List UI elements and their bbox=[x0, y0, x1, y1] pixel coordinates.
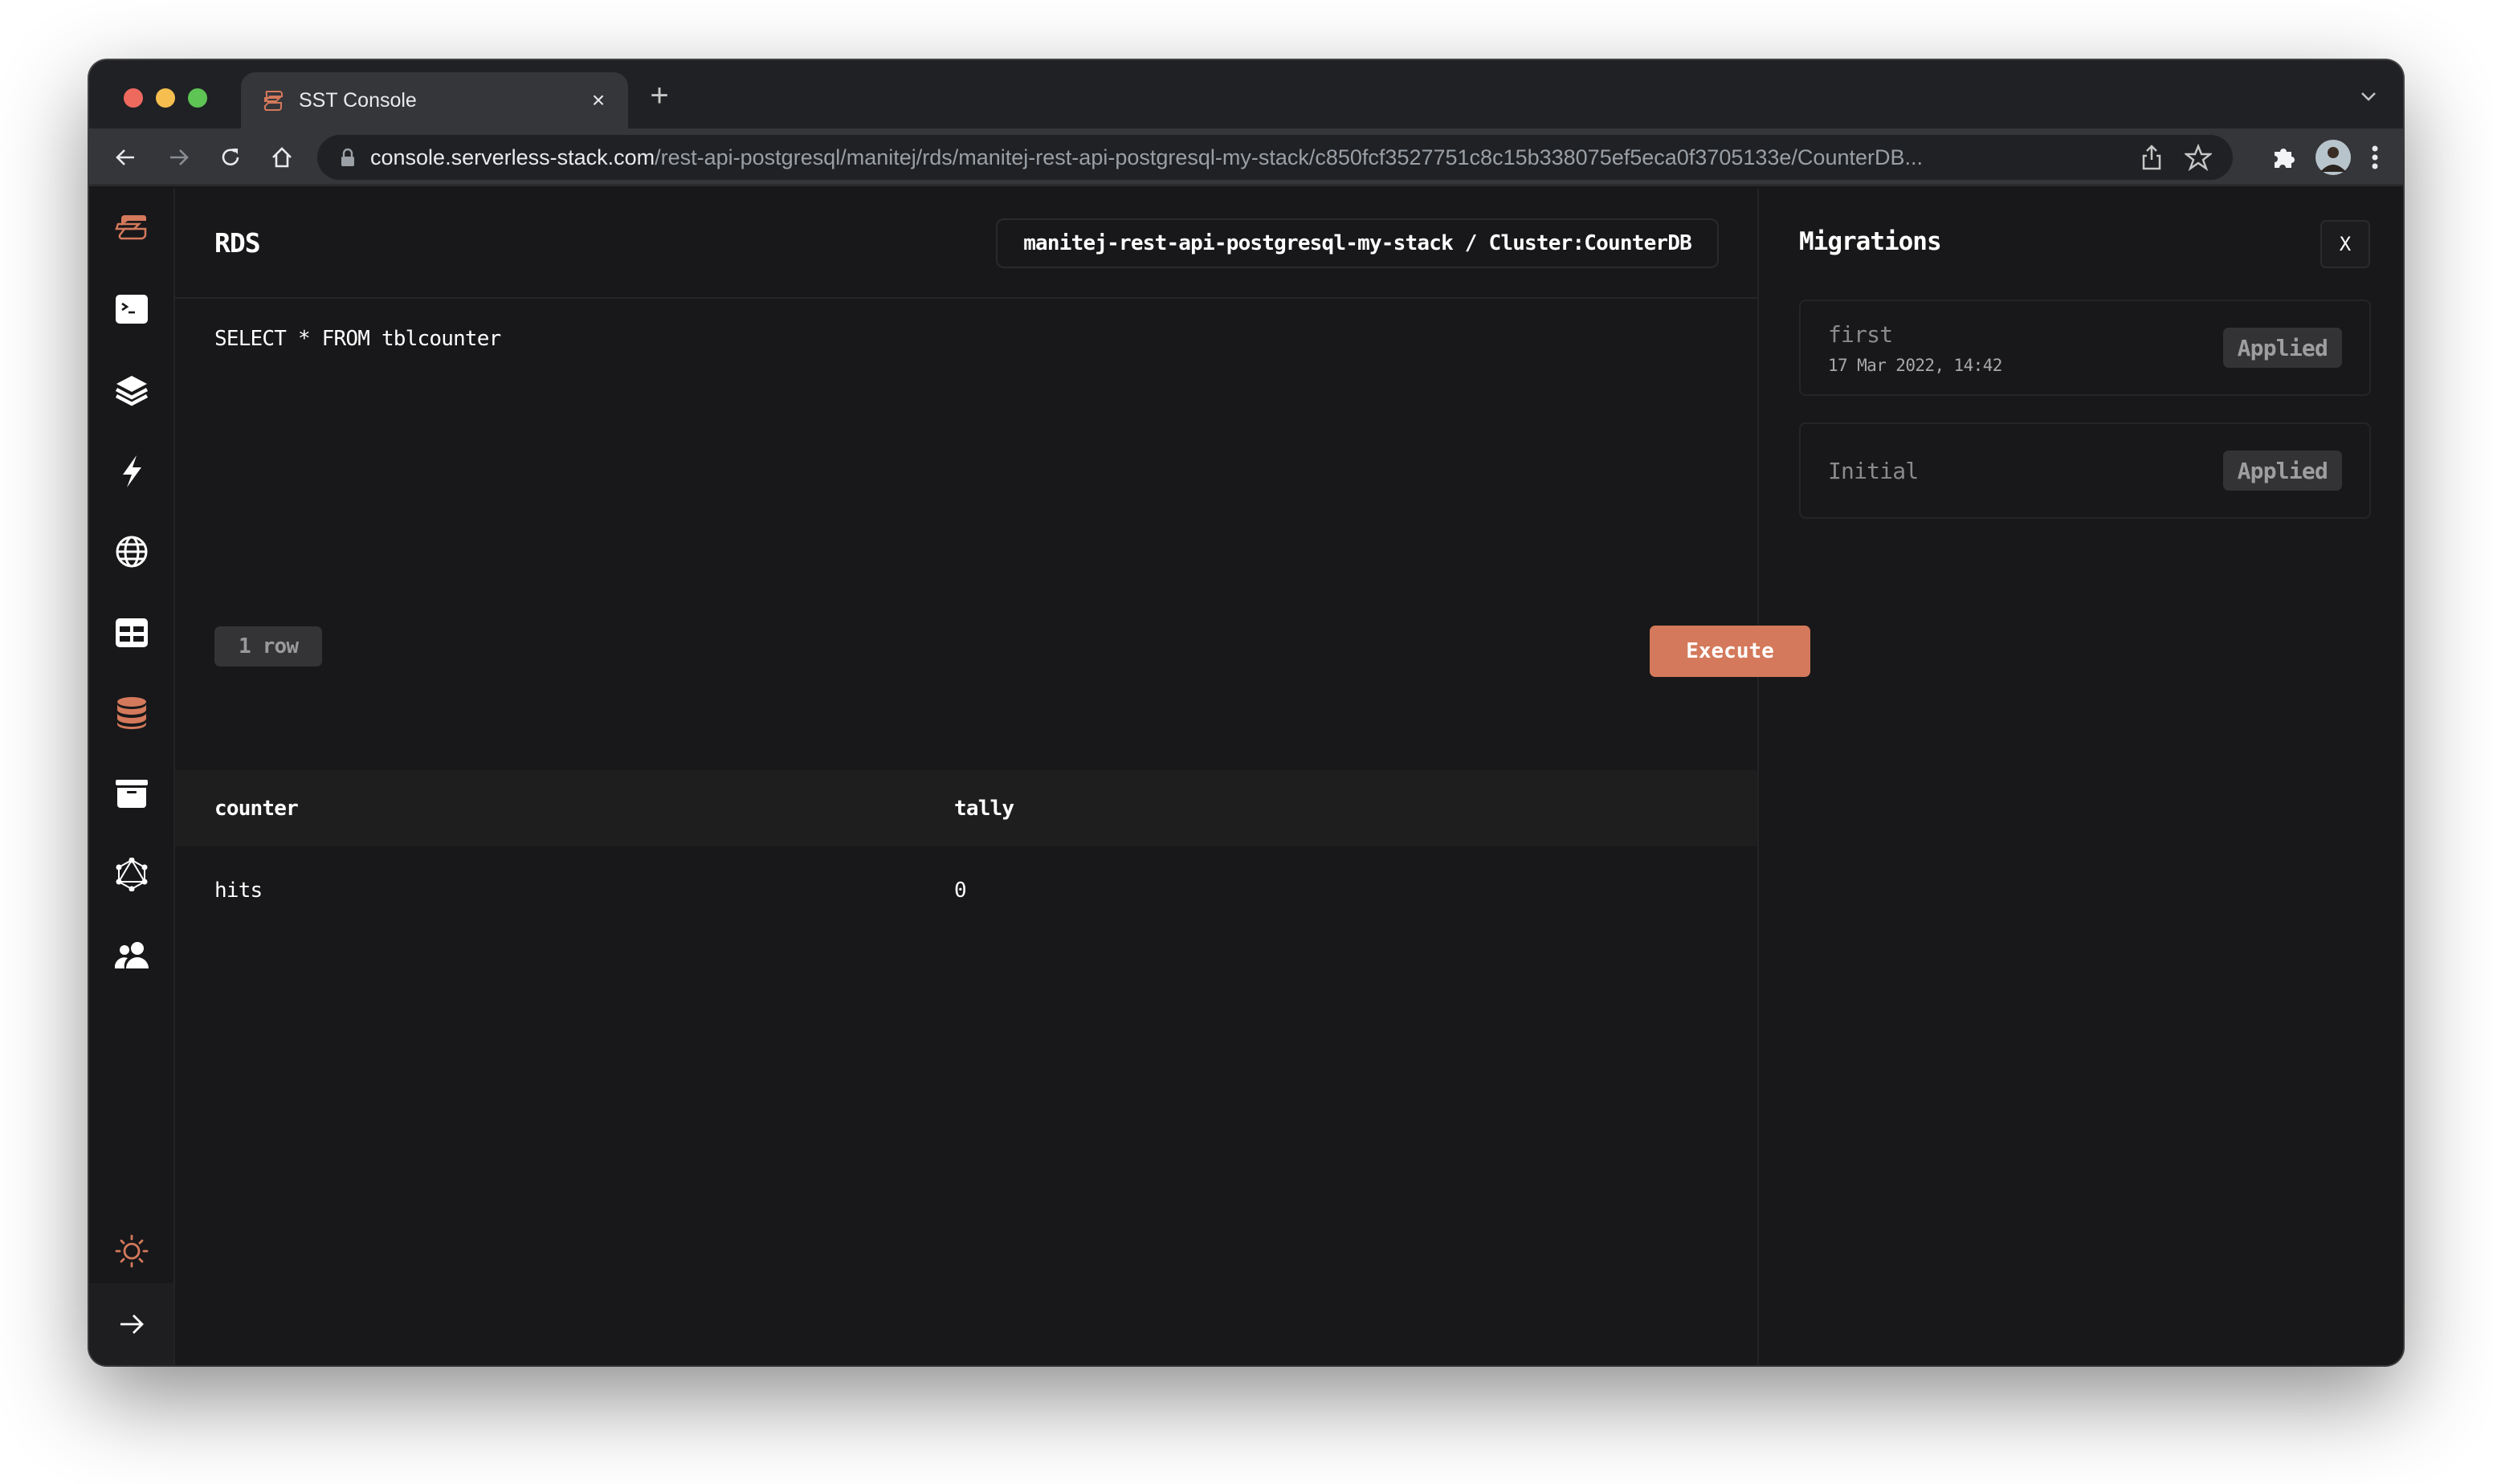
sun-icon bbox=[115, 1234, 148, 1268]
rds-main: RDS manitej-rest-api-postgresql-my-stack… bbox=[175, 189, 1810, 1365]
migration-item[interactable]: Initial Applied bbox=[1799, 422, 2371, 519]
migration-name: first bbox=[1828, 320, 1893, 348]
minimize-window-button[interactable] bbox=[156, 88, 175, 108]
bolt-icon bbox=[122, 455, 141, 487]
layers-icon bbox=[115, 376, 148, 406]
table-row: hits 0 bbox=[175, 846, 1757, 935]
users-icon bbox=[114, 942, 149, 968]
migration-status-badge: Applied bbox=[2222, 328, 2342, 368]
database-icon bbox=[116, 697, 146, 729]
table-cell: hits bbox=[214, 879, 263, 903]
chevron-down-icon[interactable] bbox=[2356, 84, 2381, 108]
url-path: /rest-api-postgresql/manitej/rds/manitej… bbox=[655, 145, 1923, 169]
arrow-right-icon bbox=[120, 1315, 144, 1334]
app-content: RDS manitej-rest-api-postgresql-my-stack… bbox=[89, 189, 2403, 1365]
table-icon bbox=[115, 618, 148, 647]
column-header: tally bbox=[954, 796, 1014, 821]
forward-icon[interactable] bbox=[162, 141, 194, 173]
theme-toggle[interactable] bbox=[89, 1219, 173, 1283]
url-text[interactable]: console.serverless-stack.com/rest-api-po… bbox=[370, 145, 2124, 170]
sidebar-item-local[interactable] bbox=[89, 277, 173, 341]
extensions-icon[interactable] bbox=[2267, 141, 2299, 173]
results-header-row: counter tally bbox=[175, 770, 1757, 846]
sidebar-item-buckets[interactable] bbox=[89, 762, 173, 826]
browser-toolbar: console.serverless-stack.com/rest-api-po… bbox=[89, 128, 2403, 186]
address-bar[interactable]: console.serverless-stack.com/rest-api-po… bbox=[317, 135, 2233, 180]
cluster-selector[interactable]: manitej-rest-api-postgresql-my-stack / C… bbox=[996, 218, 1719, 268]
close-tab-icon[interactable]: × bbox=[585, 88, 612, 113]
sidebar bbox=[89, 189, 175, 1365]
graphql-icon bbox=[116, 858, 147, 891]
sidebar-item-dynamodb[interactable] bbox=[89, 601, 173, 665]
star-icon[interactable] bbox=[2185, 144, 2212, 171]
sidebar-item-logo[interactable] bbox=[89, 195, 173, 259]
migration-name: Initial bbox=[1828, 457, 1919, 484]
sidebar-item-functions[interactable] bbox=[89, 439, 173, 503]
browser-window: SST Console × + console.serverless-stack… bbox=[89, 60, 2403, 1365]
migration-date: 17 Mar 2022, 14:42 bbox=[1828, 355, 2002, 375]
migrations-panel: Migrations X first 17 Mar 2022, 14:42 Ap… bbox=[1759, 189, 2403, 1365]
url-host: console.serverless-stack.com bbox=[370, 145, 655, 169]
page-title: RDS bbox=[214, 227, 261, 259]
globe-icon bbox=[116, 536, 147, 568]
table-cell: 0 bbox=[954, 879, 967, 903]
results-table: counter tally hits 0 bbox=[175, 770, 1757, 935]
expand-sidebar-button[interactable] bbox=[89, 1283, 173, 1365]
tab-title: SST Console bbox=[299, 88, 417, 112]
archive-icon bbox=[115, 780, 148, 808]
back-icon[interactable] bbox=[110, 141, 142, 173]
home-icon[interactable] bbox=[266, 141, 298, 173]
close-migrations-button[interactable]: X bbox=[2320, 220, 2370, 268]
sidebar-item-graphql[interactable] bbox=[89, 842, 173, 907]
main-header: RDS manitej-rest-api-postgresql-my-stack… bbox=[175, 189, 1757, 299]
terminal-icon bbox=[115, 295, 148, 324]
migration-item[interactable]: first 17 Mar 2022, 14:42 Applied bbox=[1799, 300, 2371, 396]
share-icon[interactable] bbox=[2140, 144, 2164, 171]
sidebar-item-rds[interactable] bbox=[89, 681, 173, 745]
column-header: counter bbox=[214, 796, 299, 821]
browser-menu-icon[interactable] bbox=[2359, 141, 2391, 173]
new-tab-button[interactable]: + bbox=[642, 78, 677, 113]
sst-logo-icon bbox=[114, 215, 146, 240]
reload-icon[interactable] bbox=[214, 141, 247, 173]
sidebar-item-cognito[interactable] bbox=[89, 923, 173, 988]
sst-logo-icon bbox=[263, 91, 283, 111]
migration-status-badge: Applied bbox=[2222, 450, 2342, 491]
sidebar-item-stacks[interactable] bbox=[89, 358, 173, 422]
lock-icon[interactable] bbox=[340, 148, 356, 167]
migrations-title: Migrations bbox=[1799, 227, 1942, 256]
profile-avatar[interactable] bbox=[2316, 140, 2351, 175]
row-count-badge: 1 row bbox=[214, 626, 323, 667]
tab-strip: SST Console × + bbox=[89, 60, 2403, 128]
close-window-button[interactable] bbox=[124, 88, 143, 108]
maximize-window-button[interactable] bbox=[188, 88, 207, 108]
browser-tab[interactable]: SST Console × bbox=[241, 72, 628, 128]
sidebar-item-api[interactable] bbox=[89, 520, 173, 584]
sql-query-input[interactable] bbox=[214, 327, 1716, 664]
